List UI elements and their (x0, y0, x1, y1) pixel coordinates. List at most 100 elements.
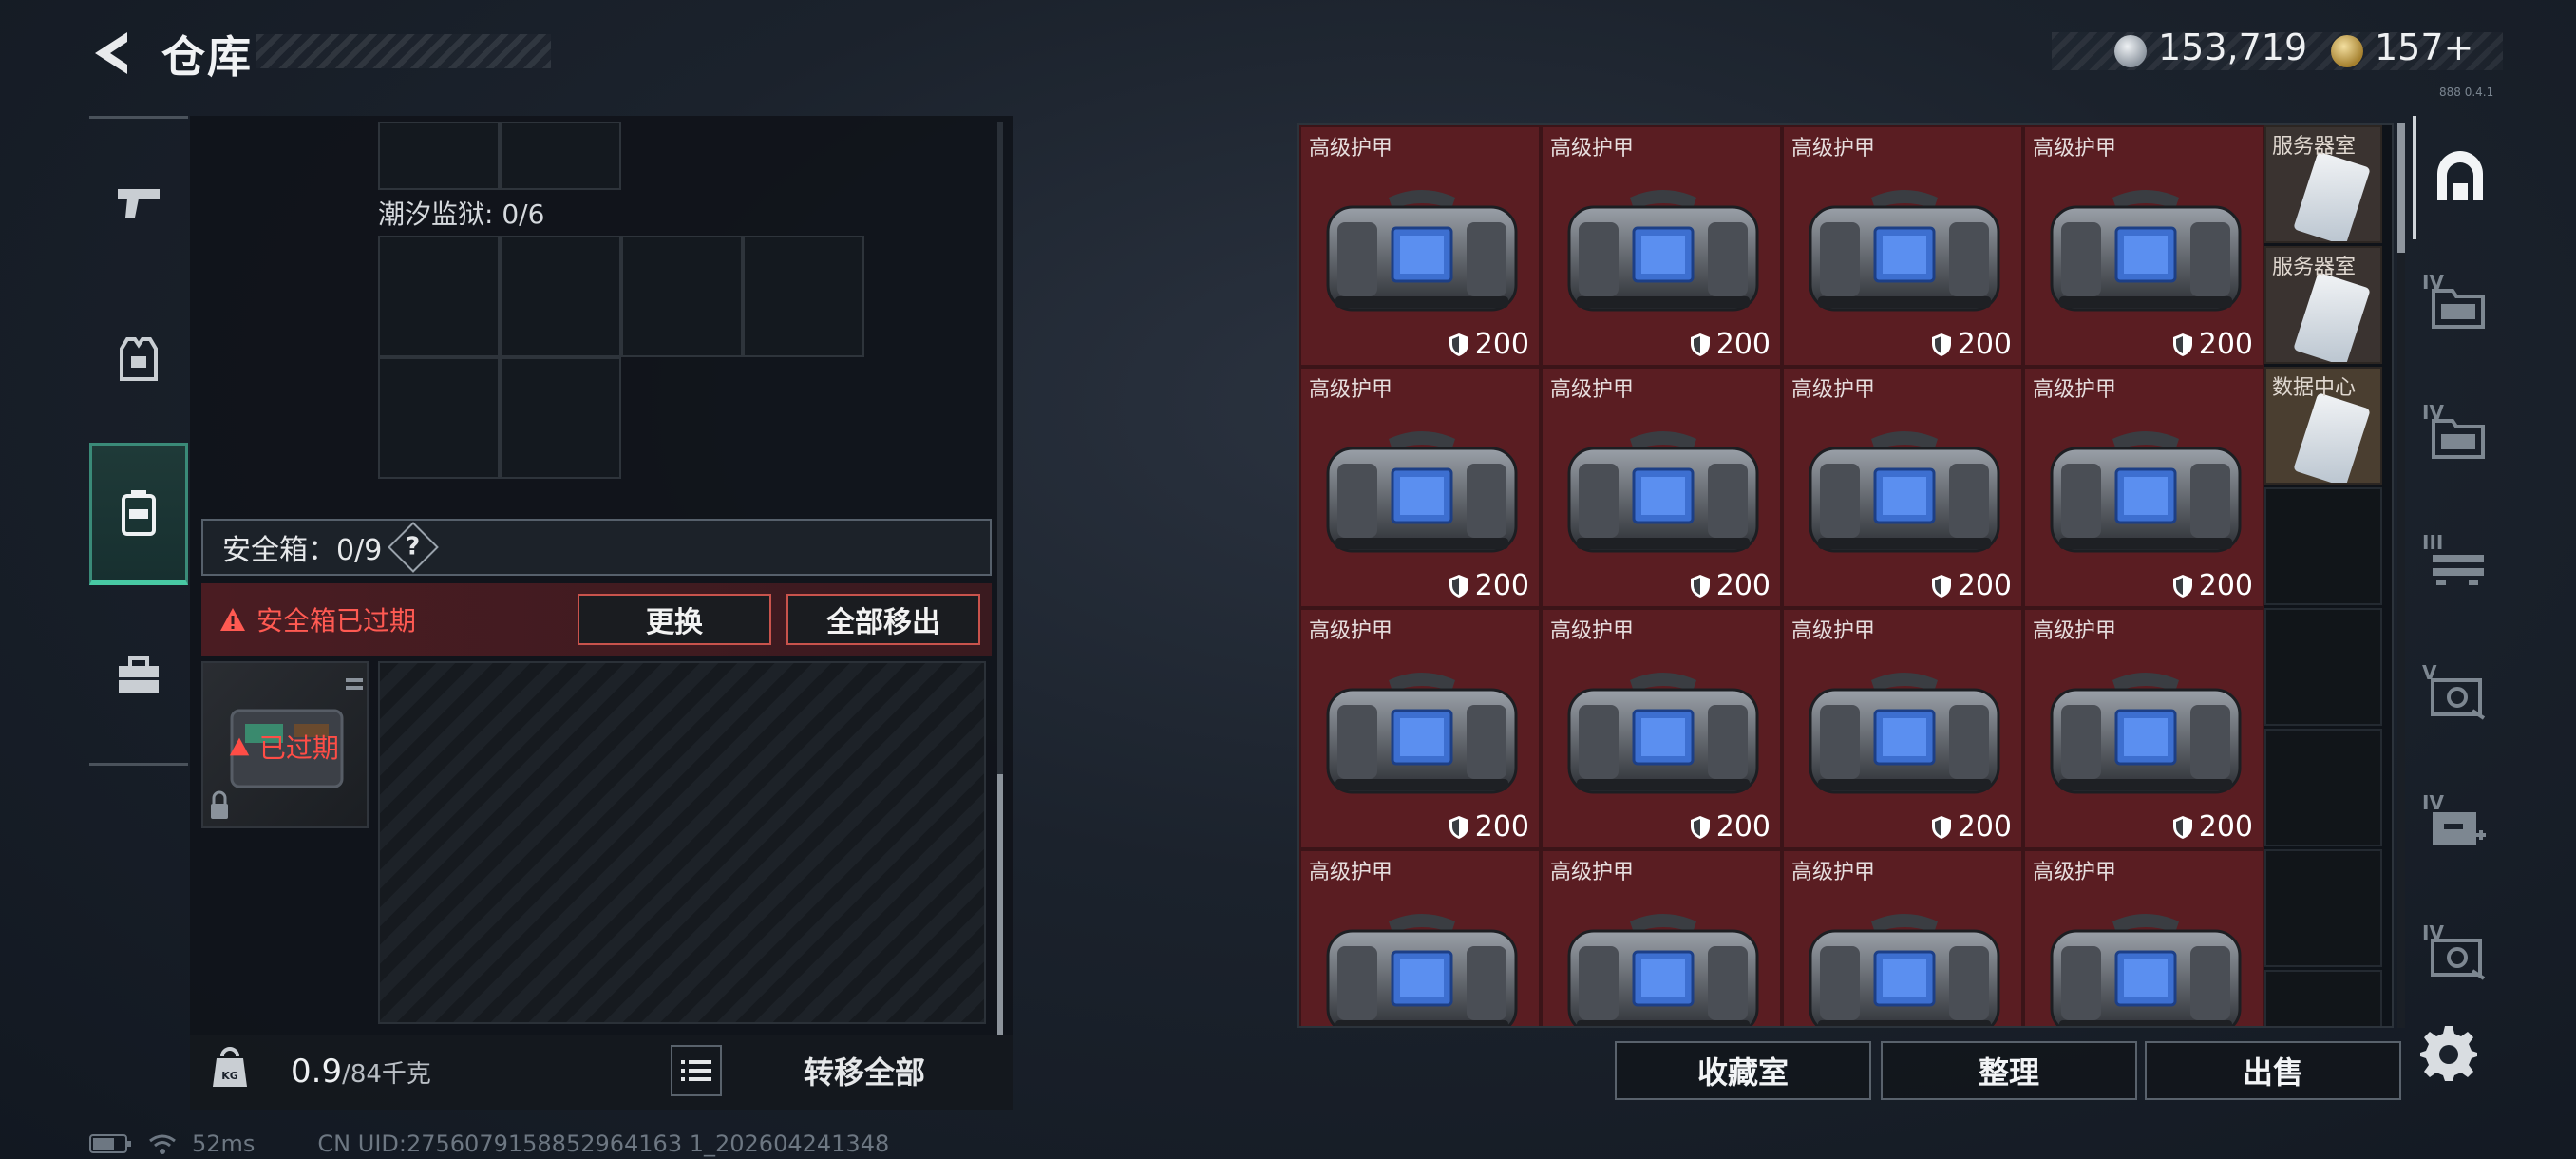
armor-bag-icon (1567, 431, 1759, 553)
sidebar-item-armor[interactable] (89, 289, 188, 431)
armor-item[interactable]: 高级护甲 200 (2023, 367, 2264, 608)
armor-item[interactable]: 高级护甲 200 (1541, 125, 1782, 367)
sidebar-item-backpack[interactable] (89, 443, 188, 585)
item-durability: 200 (1449, 569, 1529, 602)
durability-shield-icon (1690, 574, 1710, 598)
armor-item[interactable]: 高级护甲 200 (1541, 367, 1782, 608)
loadout-scroll-thumb[interactable] (997, 774, 1003, 1036)
item-durability: 200 (1931, 569, 2012, 602)
back-button[interactable] (85, 27, 139, 80)
durability-shield-icon (1931, 574, 1951, 598)
item-name: 高级护甲 (1791, 378, 1876, 402)
keycard-icon (2293, 151, 2371, 241)
gold-currency-value[interactable]: 157+ (2375, 27, 2473, 68)
item-durability-value: 200 (1474, 810, 1529, 844)
storage-scroll-thumb[interactable] (2397, 124, 2405, 253)
item-name: 高级护甲 (1309, 378, 1393, 402)
empty-storage-slot[interactable] (2264, 970, 2382, 1026)
help-button[interactable]: ? (388, 522, 440, 573)
user-uid: CN UID:2756079158852964163 1_20260424134… (317, 1130, 890, 1157)
armor-item[interactable]: 高级护甲 200 (1299, 849, 1541, 1026)
armor-bag-icon (1809, 673, 2000, 794)
sort-button[interactable]: 整理 (1881, 1041, 2137, 1100)
move-all-out-button[interactable]: 全部移出 (786, 594, 980, 645)
armor-item[interactable]: 高级护甲 200 (2023, 849, 2264, 1026)
container-capacity-label: 潮汐监狱: 0/6 (378, 199, 545, 230)
storage-tab[interactable]: IV (2413, 376, 2504, 500)
item-name: 高级护甲 (1550, 619, 1635, 643)
carry-weight-capacity: /84千克 (342, 1060, 431, 1089)
storage-tab[interactable]: IV (2413, 246, 2504, 370)
item-durability: 200 (1449, 810, 1529, 844)
armor-item[interactable]: 高级护甲 200 (1299, 367, 1541, 608)
list-view-button[interactable] (671, 1045, 722, 1096)
durability-shield-icon (2172, 574, 2192, 598)
grid-slot[interactable] (621, 236, 743, 357)
storage-tab[interactable]: III (2413, 506, 2504, 630)
grid-slot[interactable] (378, 122, 500, 190)
armor-item[interactable]: 高级护甲 200 (1541, 849, 1782, 1026)
keycard-item[interactable]: 服务器室 (2264, 246, 2382, 364)
sidebar-item-weapons[interactable] (89, 131, 188, 274)
warning-triangle-icon (220, 608, 245, 631)
armor-item[interactable]: 高级护甲 200 (1782, 367, 2023, 608)
replace-button[interactable]: 更换 (578, 594, 771, 645)
armor-item[interactable]: 高级护甲 200 (1782, 125, 2023, 367)
storage-tab[interactable] (2413, 116, 2504, 239)
item-name: 高级护甲 (1550, 378, 1635, 402)
ping-value: 52ms (192, 1130, 256, 1157)
durability-shield-icon (1449, 815, 1468, 839)
storage-tier-label: IV (2422, 791, 2444, 814)
equipment-safe-icon (2431, 673, 2486, 724)
grid-slot[interactable] (378, 236, 500, 357)
transfer-all-button[interactable]: 转移全部 (731, 1041, 997, 1100)
durability-shield-icon (1449, 574, 1468, 598)
collection-room-button[interactable]: 收藏室 (1615, 1041, 1871, 1100)
safebox-expired-warning: 安全箱已过期 (256, 605, 417, 636)
item-name: 高级护甲 (1550, 137, 1635, 161)
title-decoration (256, 34, 551, 68)
armor-item[interactable]: 高级护甲 200 (2023, 608, 2264, 849)
storage-scrollbar[interactable] (2397, 124, 2405, 1028)
armor-item[interactable]: 高级护甲 200 (1299, 125, 1541, 367)
item-name: 高级护甲 (1309, 137, 1393, 161)
storage-tab[interactable]: IV (2413, 767, 2504, 890)
storage-tab[interactable]: V (2413, 636, 2504, 760)
grid-slot[interactable] (500, 357, 621, 479)
empty-storage-slot[interactable] (2264, 608, 2382, 726)
armor-item[interactable]: 高级护甲 200 (1541, 608, 1782, 849)
page-title: 仓库 (161, 31, 253, 83)
keycard-item[interactable]: 数据中心 (2264, 367, 2382, 484)
keycard-item[interactable]: 服务器室 (2264, 125, 2382, 243)
help-question-icon: ? (406, 533, 421, 561)
settings-button[interactable] (2418, 1022, 2479, 1083)
item-durability: 200 (1931, 328, 2012, 361)
item-durability-value: 200 (2198, 569, 2253, 602)
armor-item[interactable]: 高级护甲 200 (1782, 608, 2023, 849)
sidebar-item-safebox[interactable] (89, 604, 188, 747)
grid-slot[interactable] (743, 236, 864, 357)
empty-storage-slot[interactable] (2264, 487, 2382, 605)
armor-vest-icon (120, 337, 158, 381)
item-durability: 200 (2172, 810, 2253, 844)
armor-item[interactable]: 高级护甲 200 (1299, 608, 1541, 849)
item-name: 服务器室 (2272, 256, 2357, 279)
item-name: 高级护甲 (1791, 861, 1876, 884)
item-durability-value: 200 (1715, 810, 1771, 844)
toolbox-icon (119, 656, 159, 693)
storage-tier-label: V (2422, 661, 2437, 684)
grid-slot[interactable] (500, 236, 621, 357)
armor-item[interactable]: 高级护甲 200 (1782, 849, 2023, 1026)
empty-storage-slot[interactable] (2264, 849, 2382, 967)
item-durability-value: 200 (2198, 328, 2253, 361)
sell-button[interactable]: 出售 (2145, 1041, 2401, 1100)
grid-slot[interactable] (378, 357, 500, 479)
armor-item[interactable]: 高级护甲 200 (2023, 125, 2264, 367)
storage-tab[interactable]: IV (2413, 897, 2504, 1020)
battery-icon (89, 1134, 131, 1153)
expired-badge: 已过期 (228, 728, 339, 766)
empty-storage-slot[interactable] (2264, 729, 2382, 846)
grid-slot[interactable] (500, 122, 621, 190)
armor-bag-icon (1567, 673, 1759, 794)
carry-weight-value: 0.9 (291, 1053, 343, 1091)
